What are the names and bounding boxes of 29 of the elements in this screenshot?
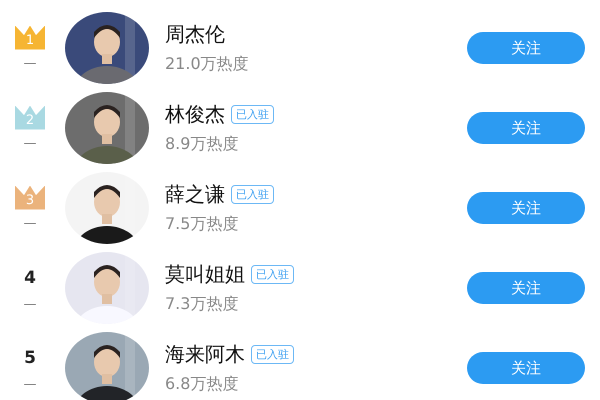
- rank-number: 5: [24, 346, 36, 370]
- artist-name: 林俊杰: [165, 101, 225, 128]
- heat-text: 21.0万热度: [165, 54, 250, 75]
- follow-button[interactable]: 关注: [467, 112, 585, 144]
- trend-text: —: [24, 216, 36, 230]
- crown-badge: 1: [15, 26, 45, 50]
- follow-button[interactable]: 关注: [467, 272, 585, 304]
- artist-name: 周杰伦: [165, 21, 225, 48]
- heat-text: 6.8万热度: [165, 374, 240, 395]
- follow-button[interactable]: 关注: [467, 352, 585, 384]
- joined-badge: 已入驻: [231, 105, 274, 124]
- artist-name: 薛之谦: [165, 181, 225, 208]
- joined-badge: 已入驻: [251, 345, 294, 364]
- heat-text: 7.5万热度: [165, 214, 240, 235]
- joined-badge: 已入驻: [251, 265, 294, 284]
- trend-text: —: [24, 136, 36, 150]
- crown-badge: 3: [15, 186, 45, 210]
- heat-text: 7.3万热度: [165, 294, 240, 315]
- trend-text: —: [24, 56, 36, 70]
- rank-number: 4: [24, 266, 36, 290]
- joined-badge: 已入驻: [231, 185, 274, 204]
- crown-badge: 2: [15, 106, 45, 130]
- heat-text: 8.9万热度: [165, 134, 240, 155]
- trend-text: —: [24, 376, 36, 392]
- follow-button[interactable]: 关注: [467, 32, 585, 64]
- follow-button[interactable]: 关注: [467, 192, 585, 224]
- trend-text: —: [24, 296, 36, 312]
- artist-name: 海来阿木: [165, 341, 245, 368]
- artist-name: 莫叫姐姐: [165, 261, 245, 288]
